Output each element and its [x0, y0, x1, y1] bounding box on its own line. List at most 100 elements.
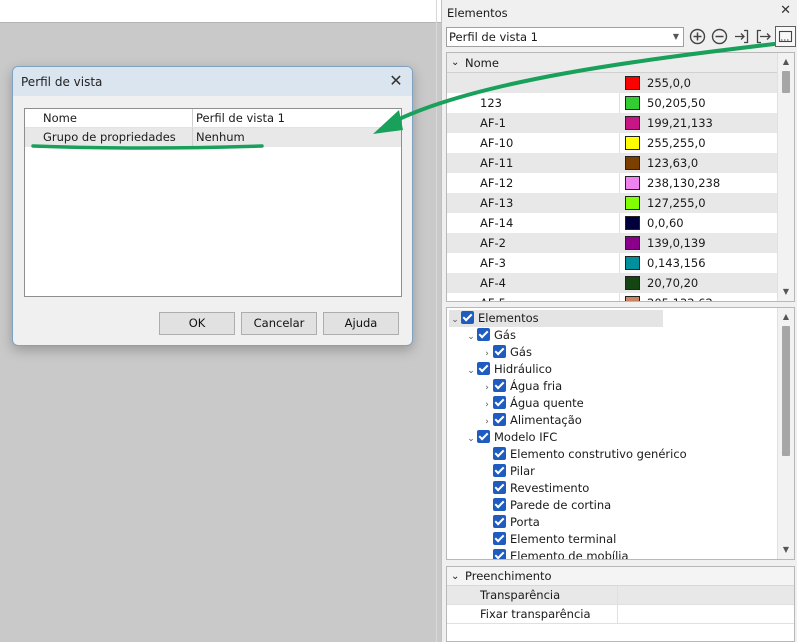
- checkbox-checked-icon[interactable]: [493, 549, 506, 559]
- grid-row-label: Nome: [25, 109, 193, 127]
- chevron-down-icon[interactable]: ⌄: [465, 363, 477, 380]
- tree-node-label: Hidráulico: [494, 362, 552, 376]
- color-table-row[interactable]: AF-5 205,132,62: [447, 293, 778, 301]
- chevron-down-icon[interactable]: ⌄: [465, 431, 477, 448]
- import-icon[interactable]: [731, 26, 752, 47]
- color-table-row[interactable]: AF-1 199,21,133: [447, 113, 778, 133]
- tree-node[interactable]: Elemento terminal: [481, 531, 616, 548]
- color-table-row[interactable]: AF-12 238,130,238: [447, 173, 778, 193]
- checkbox-checked-icon[interactable]: [493, 447, 506, 460]
- chevron-down-icon[interactable]: ⌄: [449, 312, 461, 329]
- color-swatch[interactable]: [625, 156, 640, 170]
- color-swatch[interactable]: [625, 236, 640, 250]
- panel-close-icon[interactable]: ✕: [780, 3, 791, 18]
- ok-button[interactable]: OK: [159, 312, 235, 335]
- grid-row-name[interactable]: Nome Perfil de vista 1: [25, 109, 401, 128]
- chevron-down-icon[interactable]: ⌄: [465, 329, 477, 346]
- row-rgb-value: 139,0,139: [647, 236, 706, 250]
- tree-node[interactable]: Revestimento: [481, 480, 589, 497]
- tree-node-label: Porta: [510, 515, 540, 529]
- color-table-scrollbar[interactable]: ▲ ▼: [777, 53, 794, 301]
- grid-row-value[interactable]: Perfil de vista 1: [193, 109, 401, 127]
- elements-tree: ⌄ Elementos ⌄ Gás › Gás ⌄ Hidráulico › Água fria ›…: [446, 307, 795, 560]
- color-swatch[interactable]: [625, 216, 640, 230]
- scroll-up-icon[interactable]: ▲: [778, 310, 794, 324]
- color-table-row[interactable]: AF-10 255,255,0: [447, 133, 778, 153]
- tree-node[interactable]: ⌄ Hidráulico: [465, 361, 552, 378]
- color-table-row[interactable]: AF-2 139,0,139: [447, 233, 778, 253]
- color-swatch[interactable]: [625, 296, 640, 301]
- cancel-button[interactable]: Cancelar: [241, 312, 317, 335]
- scroll-thumb[interactable]: [782, 71, 790, 93]
- row-name: AF-14: [480, 216, 514, 230]
- color-swatch[interactable]: [625, 116, 640, 130]
- tree-node[interactable]: › Água fria: [481, 378, 562, 395]
- row-name: AF-4: [480, 276, 506, 290]
- color-swatch[interactable]: [625, 136, 640, 150]
- tree-node[interactable]: Porta: [481, 514, 540, 531]
- tree-node[interactable]: ⌄ Gás: [465, 327, 516, 344]
- checkbox-checked-icon[interactable]: [493, 464, 506, 477]
- tree-node[interactable]: › Água quente: [481, 395, 584, 412]
- tree-scrollbar[interactable]: ▲ ▼: [777, 308, 794, 559]
- scroll-down-icon[interactable]: ▼: [778, 285, 794, 299]
- scroll-down-icon[interactable]: ▼: [778, 543, 794, 557]
- tree-node[interactable]: Elemento construtivo genérico: [481, 446, 687, 463]
- checkbox-checked-icon[interactable]: [477, 430, 490, 443]
- scroll-up-icon[interactable]: ▲: [778, 55, 794, 69]
- row-name: AF-13: [480, 196, 514, 210]
- chevron-down-icon: ⌄: [451, 571, 460, 582]
- color-table-row[interactable]: AF-3 0,143,156: [447, 253, 778, 273]
- checkbox-checked-icon[interactable]: [493, 345, 506, 358]
- view-profile-combo[interactable]: Perfil de vista 1 ▼: [446, 27, 684, 47]
- fill-properties-header[interactable]: ⌄ Preenchimento: [447, 567, 794, 586]
- tree-node[interactable]: Pilar: [481, 463, 535, 480]
- property-row-transparency[interactable]: Transparência: [447, 586, 794, 605]
- color-swatch[interactable]: [625, 256, 640, 270]
- color-table-row[interactable]: AF-14 0,0,60: [447, 213, 778, 233]
- dialog-title: Perfil de vista: [21, 74, 103, 89]
- tree-node-label: Elemento terminal: [510, 532, 617, 546]
- checkbox-checked-icon[interactable]: [493, 413, 506, 426]
- checkbox-checked-icon[interactable]: [493, 379, 506, 392]
- color-table-row[interactable]: AF-11 123,63,0: [447, 153, 778, 173]
- color-swatch[interactable]: [625, 96, 640, 110]
- property-row-fix-transparency[interactable]: Fixar transparência: [447, 605, 794, 624]
- export-icon[interactable]: [753, 26, 774, 47]
- canvas-divider: [436, 0, 437, 642]
- properties-icon[interactable]: [775, 26, 796, 47]
- checkbox-checked-icon[interactable]: [493, 396, 506, 409]
- tree-node[interactable]: › Gás: [481, 344, 532, 361]
- color-table-row[interactable]: AF-4 20,70,20: [447, 273, 778, 293]
- scroll-thumb[interactable]: [782, 326, 790, 456]
- color-table-header[interactable]: ⌄ Nome: [447, 53, 778, 73]
- color-table-row[interactable]: AF-13 127,255,0: [447, 193, 778, 213]
- dialog-title-bar[interactable]: Perfil de vista ✕: [13, 67, 412, 96]
- checkbox-checked-icon[interactable]: [493, 498, 506, 511]
- checkbox-checked-icon[interactable]: [461, 311, 474, 324]
- checkbox-checked-icon[interactable]: [477, 328, 490, 341]
- tree-node[interactable]: Elemento de mobília: [481, 548, 629, 560]
- dialog-close-icon[interactable]: ✕: [388, 73, 404, 89]
- checkbox-checked-icon[interactable]: [493, 481, 506, 494]
- color-table-row[interactable]: 123 50,205,50: [447, 93, 778, 113]
- tree-node[interactable]: › Alimentação: [481, 412, 582, 429]
- tree-node[interactable]: ⌄ Elementos: [449, 310, 663, 327]
- remove-circle-icon[interactable]: [709, 26, 730, 47]
- color-swatch[interactable]: [625, 276, 640, 290]
- color-swatch[interactable]: [625, 196, 640, 210]
- checkbox-checked-icon[interactable]: [493, 515, 506, 528]
- fill-properties-title: Preenchimento: [465, 569, 552, 583]
- grid-row-value[interactable]: Nenhum: [193, 128, 401, 147]
- tree-node[interactable]: Parede de cortina: [481, 497, 611, 514]
- tree-node-label: Elemento de mobília: [510, 549, 629, 560]
- grid-row-property-group[interactable]: Grupo de propriedades Nenhum: [25, 128, 401, 147]
- color-swatch[interactable]: [625, 176, 640, 190]
- add-circle-icon[interactable]: [687, 26, 708, 47]
- color-table-row[interactable]: 255,0,0: [447, 73, 778, 93]
- color-swatch[interactable]: [625, 76, 640, 90]
- checkbox-checked-icon[interactable]: [493, 532, 506, 545]
- help-button[interactable]: Ajuda: [323, 312, 399, 335]
- checkbox-checked-icon[interactable]: [477, 362, 490, 375]
- tree-node[interactable]: ⌄ Modelo IFC: [465, 429, 557, 446]
